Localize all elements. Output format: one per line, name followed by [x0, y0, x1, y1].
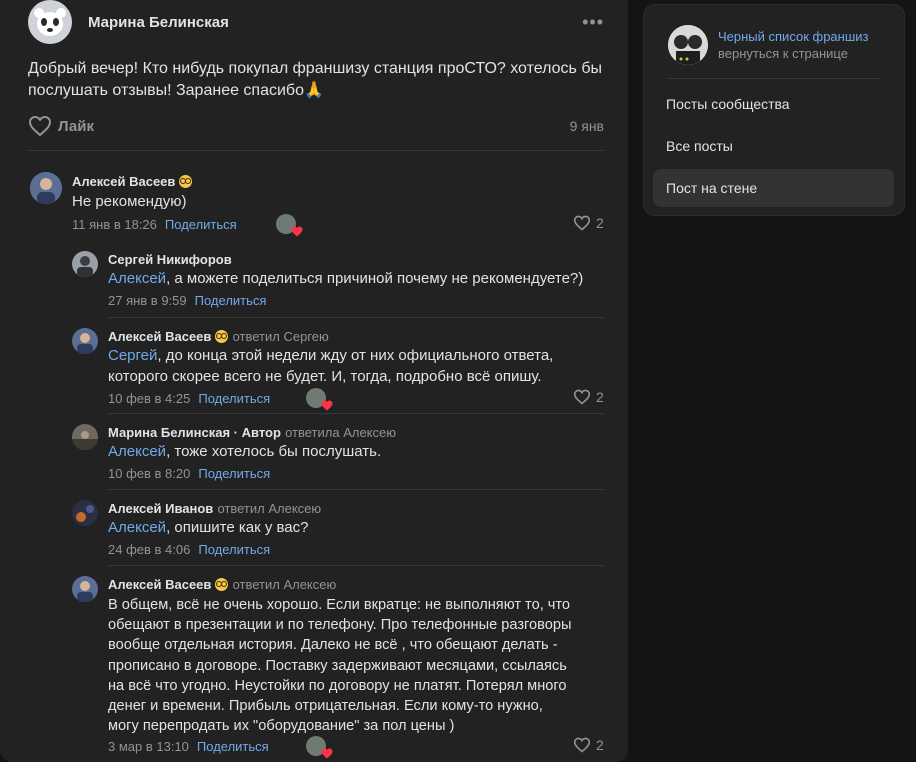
group-link[interactable]: Черный список франшиз вернуться к страни… — [668, 25, 894, 65]
like-count: 2 — [596, 215, 604, 231]
reply-to-label[interactable]: ответил Алексею — [217, 501, 321, 516]
person-photo-icon — [72, 424, 98, 450]
divider — [668, 78, 881, 79]
avatar[interactable] — [72, 576, 98, 602]
person-photo-icon — [72, 500, 98, 526]
sidebar-card: Черный список франшиз вернуться к страни… — [643, 4, 905, 216]
person-photo-icon — [30, 172, 62, 204]
reply-to-label[interactable]: ответил Алексею — [233, 577, 337, 592]
comment-text: Алексей, а можете поделиться причиной по… — [108, 270, 584, 287]
divider — [108, 489, 604, 490]
heart-filled-icon — [321, 400, 333, 411]
comment-date[interactable]: 10 фев в 4:25 — [108, 391, 190, 406]
comment-text: Алексей, тоже хотелось бы послушать. — [108, 443, 382, 460]
nerd-emoji-icon — [215, 330, 229, 343]
heart-outline-icon — [29, 116, 51, 136]
comment: Алексей Васеев Не рекомендую) 11 янв в 1… — [28, 170, 608, 237]
share-button[interactable]: Поделиться — [198, 542, 270, 557]
post-header: Марина Белинская ••• — [28, 0, 608, 44]
post-actions: Лайк 9 янв — [28, 114, 604, 138]
comment-text: Алексей, опишите как у вас? — [108, 519, 309, 536]
comment-like-button[interactable]: 2 — [573, 737, 604, 753]
comment-reply: Сергей Никифоров Алексей, а можете подел… — [72, 248, 604, 310]
heart-filled-icon — [291, 226, 303, 237]
divider — [108, 317, 604, 318]
avatar[interactable] — [72, 251, 98, 277]
liker-avatar[interactable] — [276, 214, 303, 237]
divider — [108, 413, 604, 414]
person-photo-icon — [72, 251, 98, 277]
reply-to-label[interactable]: ответила Алексею — [285, 425, 396, 440]
comment-date[interactable]: 24 фев в 4:06 — [108, 542, 190, 557]
share-button[interactable]: Поделиться — [195, 293, 267, 308]
sidebar-item-community-posts[interactable]: Посты сообщества — [653, 85, 894, 123]
comment-date[interactable]: 10 фев в 8:20 — [108, 466, 190, 481]
share-button[interactable]: Поделиться — [198, 466, 270, 481]
mention-link[interactable]: Алексей — [108, 519, 166, 536]
comment-author[interactable]: Алексей Васеев — [72, 174, 175, 189]
share-button[interactable]: Поделиться — [198, 391, 270, 406]
comment-like-button[interactable]: 2 — [573, 215, 604, 231]
share-button[interactable]: Поделиться — [165, 217, 237, 232]
heart-filled-icon — [321, 748, 333, 759]
reply-to-label[interactable]: ответил Сергею — [233, 329, 329, 344]
mention-link[interactable]: Сергей — [108, 347, 157, 364]
avatar[interactable] — [30, 172, 62, 204]
comment-author[interactable]: Марина Белинская · Автор — [108, 425, 281, 440]
comment-author[interactable]: Алексей Васеев — [108, 329, 211, 344]
avatar[interactable] — [72, 424, 98, 450]
post-like-button[interactable]: Лайк — [28, 115, 94, 137]
nerd-emoji-icon — [215, 578, 229, 591]
liker-avatar[interactable] — [306, 388, 333, 411]
comment-date[interactable]: 11 янв в 18:26 — [72, 217, 157, 232]
post-card: Марина Белинская ••• Добрый вечер! Кто н… — [0, 0, 628, 762]
cartoon-avatar-icon — [668, 25, 708, 65]
comment-text: Не рекомендую) — [72, 193, 187, 210]
comment-author[interactable]: Алексей Васеев — [108, 577, 211, 592]
comment-date[interactable]: 27 янв в 9:59 — [108, 293, 187, 308]
like-count: 2 — [596, 737, 604, 753]
comment-date[interactable]: 3 мар в 13:10 — [108, 739, 189, 754]
author-avatar[interactable] — [28, 0, 72, 44]
avatar[interactable] — [72, 500, 98, 526]
group-name[interactable]: Черный список франшиз — [718, 29, 870, 44]
like-count: 2 — [596, 389, 604, 405]
avatar[interactable] — [72, 328, 98, 354]
divider — [108, 565, 604, 566]
heart-outline-icon — [573, 737, 591, 753]
more-dots-icon[interactable]: ••• — [578, 12, 608, 33]
bear-avatar-icon — [34, 8, 66, 36]
post-text: Добрый вечер! Кто нибудь покупал франшиз… — [28, 60, 602, 99]
comment-author[interactable]: Алексей Иванов — [108, 501, 213, 516]
mention-link[interactable]: Алексей — [108, 443, 166, 460]
comment-reply: Алексей Иванов ответил Алексею Алексей, … — [72, 497, 604, 559]
heart-outline-icon — [573, 215, 591, 231]
sidebar-item-all-posts[interactable]: Все посты — [653, 127, 894, 165]
comment-author[interactable]: Сергей Никифоров — [108, 252, 232, 267]
share-button[interactable]: Поделиться — [197, 739, 269, 754]
divider — [28, 150, 604, 151]
sidebar-item-wall-post[interactable]: Пост на стене — [653, 169, 894, 207]
nerd-emoji-icon — [179, 175, 193, 188]
comment-text: Сергей, до конца этой недели жду от них … — [108, 347, 554, 385]
post-like-label: Лайк — [58, 117, 94, 135]
post-date[interactable]: 9 янв — [570, 118, 604, 134]
comment-text: В общем, всё не очень хорошо. Если вкрат… — [108, 597, 572, 735]
mention-link[interactable]: Алексей — [108, 270, 166, 287]
liker-avatar[interactable] — [306, 736, 333, 759]
back-to-page-link[interactable]: вернуться к странице — [718, 46, 870, 61]
comment-reply: Алексей Васеев ответил Сергею Сергей, до… — [72, 325, 604, 411]
comment-like-button[interactable]: 2 — [573, 389, 604, 405]
comment-reply: Марина Белинская · Автор ответила Алексе… — [72, 421, 604, 483]
person-photo-icon — [72, 576, 98, 602]
group-avatar[interactable] — [668, 25, 708, 65]
comment-reply: Алексей Васеев ответил Алексею В общем, … — [72, 573, 604, 762]
person-photo-icon — [72, 328, 98, 354]
heart-outline-icon — [573, 389, 591, 405]
post-author-name[interactable]: Марина Белинская — [88, 14, 229, 31]
